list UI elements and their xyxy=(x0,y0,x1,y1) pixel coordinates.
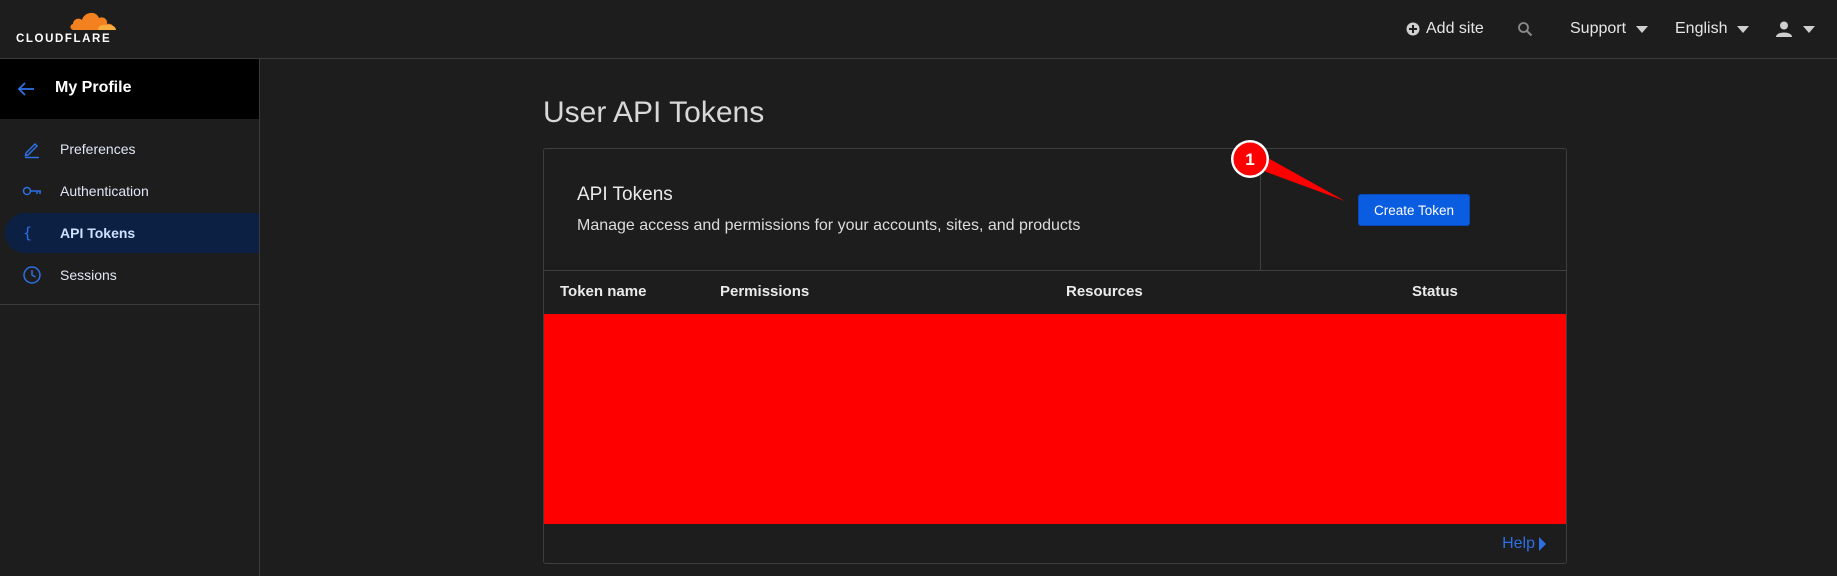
help-link[interactable]: Help xyxy=(1502,535,1546,553)
sidebar-title: My Profile xyxy=(55,79,132,96)
annotation-step-number: 1 xyxy=(1245,150,1254,169)
sidebar-item-label: API Tokens xyxy=(60,225,136,241)
search-icon xyxy=(1518,22,1533,37)
key-icon xyxy=(22,186,41,196)
user-icon xyxy=(1776,21,1792,37)
step-annotation: 1 xyxy=(1231,140,1345,201)
language-dropdown[interactable]: English xyxy=(1675,0,1750,58)
add-site-label: Add site xyxy=(1426,20,1484,37)
plus-circle-icon xyxy=(1406,22,1420,36)
cloud-icon xyxy=(70,12,116,30)
api-tokens-card: API Tokens Manage access and permissions… xyxy=(543,148,1567,564)
sidebar: My Profile Preferences Authentication { … xyxy=(0,59,260,576)
card-header: API Tokens Manage access and permissions… xyxy=(544,149,1566,271)
chevron-down-icon xyxy=(1737,25,1750,33)
card-title: API Tokens xyxy=(577,184,673,205)
sidebar-header[interactable]: My Profile xyxy=(0,59,259,119)
search-button[interactable] xyxy=(1517,0,1533,58)
sidebar-item-sessions[interactable]: Sessions xyxy=(0,255,259,295)
card-description: Manage access and permissions for your a… xyxy=(577,217,1081,234)
sidebar-item-label: Authentication xyxy=(60,183,149,199)
column-header-resources[interactable]: Resources xyxy=(1066,283,1143,300)
column-header-permissions[interactable]: Permissions xyxy=(720,283,809,300)
sidebar-item-label: Sessions xyxy=(60,267,117,283)
support-dropdown[interactable]: Support xyxy=(1570,0,1649,58)
sidebar-item-preferences[interactable]: Preferences xyxy=(0,129,259,169)
cloudflare-logo[interactable]: CLOUDFLARE xyxy=(16,8,126,48)
sidebar-item-authentication[interactable]: Authentication xyxy=(0,171,259,211)
logo-wordmark: CLOUDFLARE xyxy=(16,33,112,45)
support-label: Support xyxy=(1570,20,1627,37)
table-header: Token name Permissions Resources Status xyxy=(544,271,1566,314)
column-header-status[interactable]: Status xyxy=(1412,283,1458,300)
help-label: Help xyxy=(1502,535,1535,552)
svg-text:{ }: { } xyxy=(23,224,42,242)
braces-icon: { } xyxy=(23,224,42,242)
sidebar-divider xyxy=(0,304,259,305)
user-menu[interactable] xyxy=(1775,0,1815,58)
column-header-token-name[interactable]: Token name xyxy=(560,283,646,300)
pencil-icon xyxy=(24,142,39,159)
arrow-left-icon[interactable] xyxy=(16,79,36,99)
page-title: User API Tokens xyxy=(543,96,765,129)
create-token-button[interactable]: Create Token xyxy=(1358,194,1470,226)
clock-icon xyxy=(23,266,41,284)
chevron-down-icon xyxy=(1636,25,1649,33)
add-site-button[interactable]: Add site xyxy=(1406,0,1484,58)
chevron-down-icon xyxy=(1803,25,1815,33)
caret-right-icon xyxy=(1539,537,1546,551)
top-bar: CLOUDFLARE Add site Support English xyxy=(0,0,1837,59)
redacted-token-rows xyxy=(544,314,1566,524)
sidebar-item-api-tokens[interactable]: { } API Tokens xyxy=(5,213,259,253)
language-label: English xyxy=(1675,20,1728,37)
sidebar-item-label: Preferences xyxy=(60,141,136,157)
